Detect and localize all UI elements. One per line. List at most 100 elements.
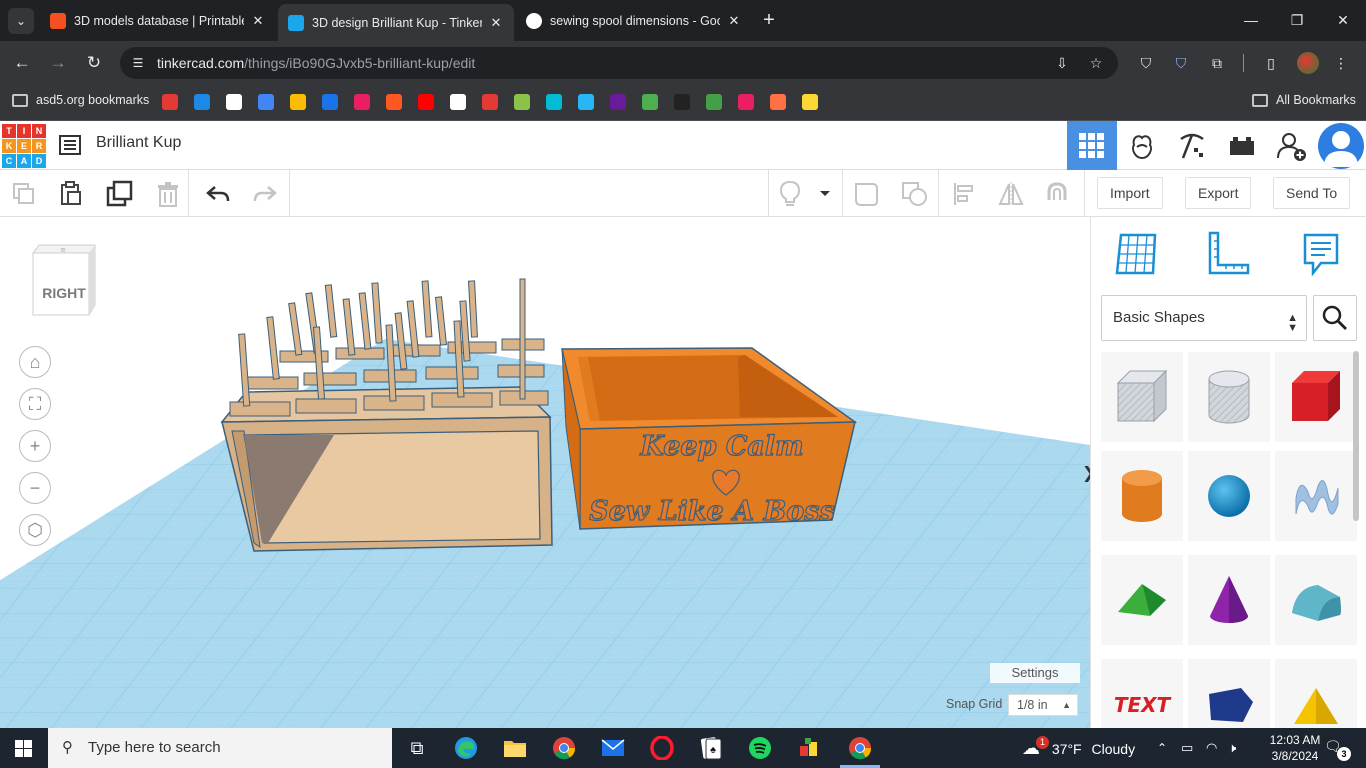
send-to-button[interactable]: Send To [1273, 177, 1351, 209]
bookmark-favicon-icon[interactable] [482, 94, 498, 110]
taskbar-clock[interactable]: 12:03 AM 3/8/2024 [1264, 732, 1326, 764]
shape-scribble[interactable] [1275, 451, 1357, 541]
shape-cylinder[interactable] [1101, 451, 1183, 541]
site-info-icon[interactable]: ☰ [130, 55, 146, 71]
bookmark-favicon-icon[interactable] [546, 94, 562, 110]
design-text-sew-like-a-boss[interactable]: Sew Like A Boss [589, 495, 836, 527]
close-tab-icon[interactable]: ✕ [726, 13, 742, 29]
snap-grid-select[interactable]: 1/8 in ▲ [1008, 694, 1078, 716]
shape-cone[interactable] [1188, 555, 1270, 645]
bookmark-favicon-icon[interactable] [674, 94, 690, 110]
import-button[interactable]: Import [1097, 177, 1163, 209]
design-text-keep-calm[interactable]: Keep Calm [639, 430, 805, 462]
workplane-scene[interactable]: Keep Calm Sew Like A Boss [0, 217, 1090, 728]
mirror-icon[interactable] [997, 180, 1025, 208]
bookmark-favicon-icon[interactable] [706, 94, 722, 110]
volume-icon[interactable]: 🕨 [1228, 728, 1236, 768]
align-icon[interactable] [950, 180, 978, 208]
bookmark-favicon-icon[interactable] [610, 94, 626, 110]
bookmark-favicon-icon[interactable] [578, 94, 594, 110]
extensions-puzzle-icon[interactable]: ⧉ [1206, 52, 1228, 74]
game-app-icon[interactable] [795, 734, 823, 762]
shapes-scrollbar[interactable] [1353, 351, 1359, 521]
zoom-in-icon[interactable]: + [19, 430, 51, 462]
tab-tinkercad[interactable]: 3D design Brilliant Kup - Tinker ✕ [278, 4, 514, 41]
redo-icon[interactable] [251, 180, 279, 208]
bookmark-favicon-icon[interactable] [258, 94, 274, 110]
user-avatar[interactable] [1318, 123, 1364, 169]
profile-avatar-icon[interactable] [1297, 52, 1319, 74]
chrome-active-window-icon[interactable] [840, 734, 880, 768]
bookmark-favicon-icon[interactable] [450, 94, 466, 110]
workplane-grid-icon[interactable] [1113, 231, 1161, 277]
back-button[interactable]: ← [10, 51, 34, 75]
settings-button[interactable]: Settings [990, 663, 1080, 683]
close-tab-icon[interactable]: ✕ [250, 13, 266, 29]
opera-icon[interactable] [648, 734, 676, 762]
shape-round-roof[interactable] [1275, 555, 1357, 645]
ungroup-icon[interactable] [901, 180, 929, 208]
windows-start-icon[interactable] [15, 740, 32, 757]
shape-category-select[interactable]: Basic Shapes ▲ ▼ [1101, 295, 1307, 341]
notification-center-icon[interactable]: 🗨 3 [1324, 738, 1351, 761]
install-app-icon[interactable]: ⇩ [1052, 53, 1072, 73]
view-cube[interactable]: ≡ RIGHT [31, 243, 97, 319]
chrome-menu-icon[interactable]: ⋮ [1330, 52, 1352, 74]
notes-dropdown-icon[interactable] [812, 180, 838, 208]
minimize-button[interactable]: — [1228, 8, 1274, 32]
shape-box[interactable] [1275, 352, 1357, 442]
bookmark-favicon-icon[interactable] [162, 94, 178, 110]
close-window-button[interactable]: ✕ [1320, 8, 1366, 32]
bookmark-favicon-icon[interactable] [194, 94, 210, 110]
tinkercad-logo[interactable]: TIN KER CAD [2, 124, 46, 168]
view-cube-face-label[interactable]: RIGHT [31, 285, 97, 301]
bookmark-favicon-icon[interactable] [290, 94, 306, 110]
group-icon[interactable] [852, 180, 880, 208]
blocks-pickaxe-icon[interactable] [1167, 121, 1217, 170]
all-bookmarks-button[interactable]: All Bookmarks [1252, 93, 1356, 107]
tab-printables[interactable]: 3D models database | Printable ✕ [40, 6, 276, 36]
tab-search-button[interactable]: ⌄ [8, 8, 34, 34]
bookmark-favicon-icon[interactable] [418, 94, 434, 110]
copy-icon[interactable] [10, 180, 38, 208]
bookmark-star-icon[interactable]: ☆ [1086, 53, 1106, 73]
address-bar[interactable]: ☰ tinkercad.com/things/iBo90GJvxb5-brill… [120, 47, 1118, 79]
battery-icon[interactable]: ▭ [1181, 728, 1193, 768]
bookmark-favicon-icon[interactable] [738, 94, 754, 110]
3d-design-view-icon[interactable] [1067, 121, 1117, 170]
tab-google-search[interactable]: sewing spool dimensions - Goo ✕ [516, 6, 752, 36]
sim-lab-icon[interactable] [1117, 121, 1167, 170]
file-explorer-icon[interactable] [501, 734, 529, 762]
solitaire-icon[interactable]: ♠ [697, 734, 725, 762]
shape-pyramid[interactable] [1275, 659, 1357, 728]
new-tab-button[interactable]: + [758, 8, 780, 32]
zoom-out-icon[interactable]: − [19, 472, 51, 504]
add-user-icon[interactable] [1267, 121, 1317, 170]
design-title[interactable]: Brilliant Kup [96, 134, 181, 152]
home-view-icon[interactable]: ⌂ [19, 346, 51, 378]
bricks-icon[interactable] [1217, 121, 1267, 170]
shape-sphere[interactable] [1188, 451, 1270, 541]
shape-text[interactable]: TEXT [1101, 659, 1183, 728]
weather-widget[interactable]: ☁ 1 37°F Cloudy [1022, 728, 1135, 768]
shape-polygon[interactable] [1188, 659, 1270, 728]
extension-shield-icon[interactable]: ⛉ [1135, 52, 1157, 74]
perspective-cube-icon[interactable]: ⬡ [19, 514, 51, 546]
undo-icon[interactable] [204, 180, 232, 208]
bookmark-favicon-icon[interactable] [226, 94, 242, 110]
bookmark-favicon-icon[interactable] [322, 94, 338, 110]
edge-browser-icon[interactable] [452, 734, 480, 762]
notes-lightbulb-icon[interactable] [776, 180, 804, 208]
forward-button[interactable]: → [46, 51, 70, 75]
collapse-panel-chevron-icon[interactable]: ❯ [1082, 454, 1090, 494]
cruise-magnet-icon[interactable] [1043, 180, 1071, 208]
side-panel-icon[interactable]: ▯ [1260, 52, 1282, 74]
bookmark-favicon-icon[interactable] [770, 94, 786, 110]
spotify-icon[interactable] [746, 734, 774, 762]
shape-roof[interactable] [1101, 555, 1183, 645]
chrome-icon[interactable] [550, 734, 578, 762]
show-hidden-icons-chevron-icon[interactable]: ⌃ [1157, 728, 1167, 768]
bookmark-folder-asd5[interactable]: asd5.org bookmarks [12, 93, 149, 107]
taskbar-search-box[interactable]: ⚲ Type here to search [48, 728, 392, 768]
shape-box-hole[interactable] [1101, 352, 1183, 442]
